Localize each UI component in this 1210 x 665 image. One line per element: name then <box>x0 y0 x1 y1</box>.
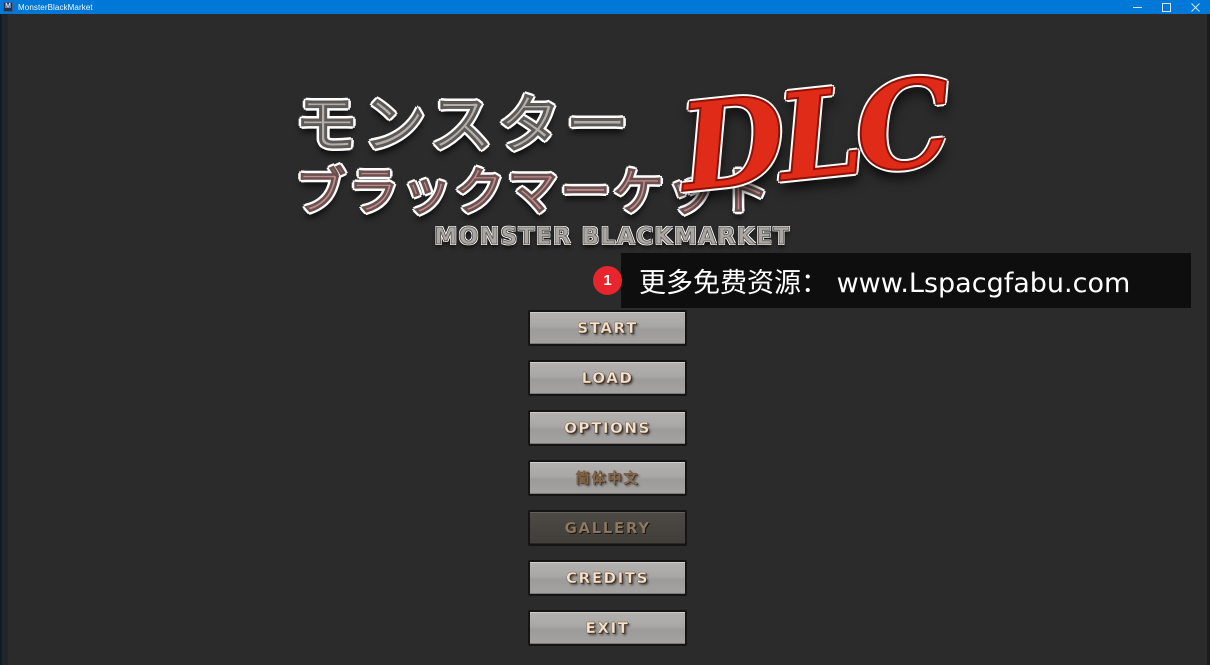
menu-button-credits[interactable]: CREDITS <box>528 560 687 596</box>
ad-banner-text: 更多免费资源： www.Lspacgfabu.com <box>639 268 1131 299</box>
menu-button-start[interactable]: START <box>528 310 687 346</box>
minimize-icon[interactable] <box>1123 0 1152 14</box>
window-title: MonsterBlackMarket <box>18 2 93 12</box>
ad-banner-overlay[interactable]: 1 更多免费资源： www.Lspacgfabu.com <box>593 253 1191 308</box>
menu-button-exit[interactable]: EXIT <box>528 610 687 646</box>
menu-button-load[interactable]: LOAD <box>528 360 687 396</box>
menu-button-options[interactable]: OPTIONS <box>528 410 687 446</box>
window-controls <box>1123 0 1210 14</box>
menu-label-gallery: GALLERY <box>564 519 651 537</box>
menu-label-exit: EXIT <box>585 619 630 637</box>
maximize-icon[interactable] <box>1152 0 1181 14</box>
menu-label-start: START <box>577 319 638 337</box>
logo-japanese-top: モンスター <box>295 88 635 162</box>
logo-dlc-badge: DLC <box>672 50 953 220</box>
logo-english-subtitle: MONSTER BLACKMARKET <box>434 224 791 251</box>
menu-label-load: LOAD <box>581 369 634 387</box>
close-icon[interactable] <box>1181 0 1210 14</box>
game-logo: モンスター ブラックマーケット DLC MONSTER BLACKMARKET <box>8 50 1207 261</box>
window-titlebar[interactable]: M MonsterBlackMarket <box>0 0 1210 14</box>
menu-button-language[interactable]: 简体中文 <box>528 460 687 496</box>
main-menu: START LOAD OPTIONS 简体中文 GALLERY CREDITS … <box>528 310 687 660</box>
logo-japanese-bottom: ブラックマーケット <box>295 163 773 222</box>
menu-label-credits: CREDITS <box>565 569 650 587</box>
menu-button-gallery[interactable]: GALLERY <box>528 510 687 546</box>
window-left-edge <box>0 14 5 665</box>
app-icon: M <box>3 2 13 12</box>
menu-label-options: OPTIONS <box>564 419 651 437</box>
window-body: モンスター ブラックマーケット DLC MONSTER BLACKMARKET … <box>0 14 1210 665</box>
menu-label-language: 简体中文 <box>575 471 640 487</box>
ad-badge-count: 1 <box>593 266 622 295</box>
game-canvas: モンスター ブラックマーケット DLC MONSTER BLACKMARKET … <box>8 14 1207 665</box>
